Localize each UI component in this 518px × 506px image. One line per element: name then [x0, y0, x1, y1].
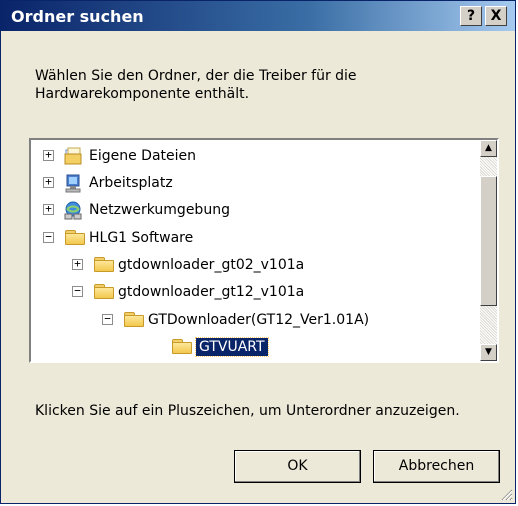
my-documents-icon	[64, 147, 82, 165]
resize-grip-icon[interactable]	[499, 487, 513, 501]
tree-item-label: Arbeitsplatz	[89, 175, 173, 191]
expand-icon[interactable]: +	[43, 149, 54, 161]
ok-button[interactable]: OK	[234, 450, 361, 483]
folder-icon	[94, 257, 114, 272]
help-button[interactable]: ?	[460, 6, 482, 26]
folder-icon	[124, 312, 144, 327]
title-bar[interactable]: Ordner suchen ? X	[1, 1, 515, 31]
collapse-icon[interactable]: −	[72, 285, 83, 297]
tree-item-label: gtdownloader_gt12_v101a	[118, 284, 305, 300]
tree-item-label: Eigene Dateien	[89, 148, 197, 164]
expand-icon[interactable]: +	[72, 258, 83, 270]
close-button[interactable]: X	[485, 6, 507, 26]
collapse-icon[interactable]: −	[102, 313, 113, 325]
tree-item-label: gtdownloader_gt02_v101a	[118, 257, 305, 273]
folder-icon	[94, 284, 114, 299]
vertical-scrollbar[interactable]: ▲ ▼	[480, 140, 497, 361]
collapse-icon[interactable]: −	[43, 231, 54, 243]
folder-open-icon	[172, 339, 192, 354]
my-computer-icon	[65, 174, 81, 193]
folder-tree[interactable]: + Eigene Dateien + Arbeitsplatz + Netzwe…	[29, 138, 499, 363]
scroll-up-button[interactable]: ▲	[480, 140, 497, 157]
scroll-thumb[interactable]	[480, 176, 497, 306]
scroll-down-button[interactable]: ▼	[480, 344, 497, 361]
instruction-text: Wählen Sie den Ordner, der die Treiber f…	[35, 68, 357, 102]
tree-item-label: HLG1 Software	[89, 230, 194, 246]
expand-icon[interactable]: +	[43, 203, 54, 215]
dialog-title: Ordner suchen	[11, 7, 144, 26]
hint-text: Klicken Sie auf ein Pluszeichen, um Unte…	[35, 403, 460, 419]
tree-item-label-selected: GTVUART	[195, 337, 269, 357]
cancel-button[interactable]: Abbrechen	[373, 450, 500, 483]
expand-icon[interactable]: +	[43, 176, 54, 188]
network-places-icon	[64, 201, 82, 220]
browse-folder-dialog: Ordner suchen ? X Wählen Sie den Ordner,…	[0, 0, 516, 504]
folder-icon	[65, 230, 85, 245]
tree-item-label: GTDownloader(GT12_Ver1.01A)	[148, 312, 370, 328]
tree-item-label: Netzwerkumgebung	[89, 202, 230, 218]
